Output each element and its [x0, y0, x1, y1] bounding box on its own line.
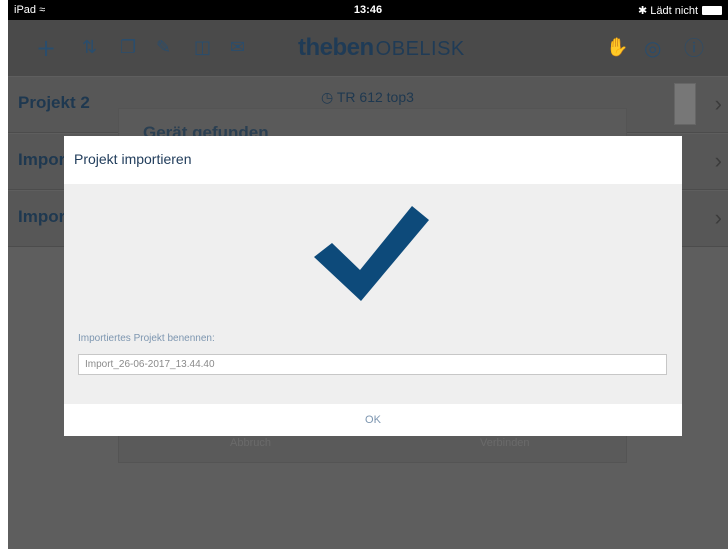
- bluetooth-icon: ✱: [638, 5, 648, 17]
- battery-icon: [702, 6, 722, 15]
- list-item-label: Impor: [18, 207, 66, 226]
- plus-icon[interactable]: +: [36, 34, 56, 62]
- dialog-footer: OK: [64, 404, 682, 436]
- checkmark-icon: [314, 206, 429, 301]
- dialog-header: Projekt importieren: [64, 136, 682, 184]
- cancel-button[interactable]: Abbruch: [230, 437, 271, 449]
- chevron-right-icon: ›: [714, 148, 722, 173]
- chevron-right-icon: ›: [714, 91, 722, 116]
- app-screen: iPad ≈ 13:46 ✱ Lädt nicht + ⇅ ❐ ✎ ◫ ✉ th…: [8, 0, 728, 549]
- status-bar: iPad ≈ 13:46 ✱ Lädt nicht: [8, 0, 728, 20]
- status-time: 13:46: [353, 4, 383, 16]
- transfer-icon[interactable]: ⇅: [82, 34, 97, 62]
- delete-icon[interactable]: ◫: [194, 34, 211, 62]
- status-charging: ✱ Lädt nicht: [638, 5, 698, 17]
- toolbar: + ⇅ ❐ ✎ ◫ ✉ theben OBELISK ✋ ◎ ⓘ: [8, 20, 728, 76]
- chevron-right-icon: ›: [714, 205, 722, 230]
- connect-button[interactable]: Verbinden: [480, 437, 530, 449]
- ok-button[interactable]: OK: [64, 404, 682, 436]
- mail-icon[interactable]: ✉: [230, 34, 245, 62]
- list-item-label: Impor: [18, 150, 66, 169]
- import-project-dialog: Projekt importieren Importiertes Projekt…: [64, 136, 682, 436]
- clock-icon: ◷: [321, 89, 334, 105]
- hand-icon[interactable]: ✋: [606, 34, 628, 62]
- list-item-device: ◷ TR 612 top3: [321, 89, 414, 105]
- list-item-label: Projekt 2: [18, 93, 90, 112]
- project-name-input[interactable]: [78, 354, 667, 375]
- device-thumbnail: [674, 83, 696, 125]
- edit-icon[interactable]: ✎: [156, 34, 171, 62]
- settings-icon[interactable]: ◎: [644, 34, 661, 62]
- info-icon[interactable]: ⓘ: [684, 34, 704, 62]
- copy-icon[interactable]: ❐: [120, 34, 136, 62]
- dialog-title: Projekt importieren: [74, 151, 192, 167]
- project-name-label: Importiertes Projekt benennen:: [78, 333, 215, 344]
- app-logo: theben OBELISK: [298, 34, 465, 61]
